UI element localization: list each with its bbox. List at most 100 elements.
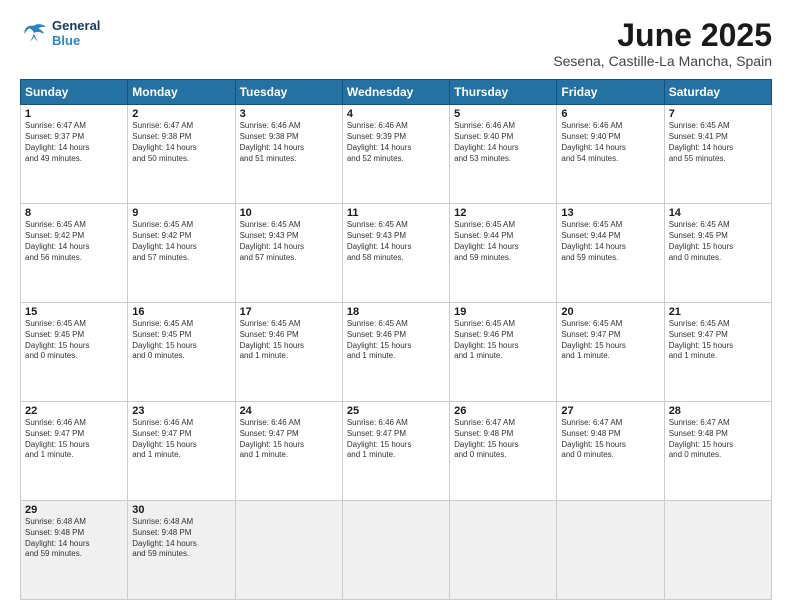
calendar-cell: 13Sunrise: 6:45 AM Sunset: 9:44 PM Dayli… xyxy=(557,204,664,303)
calendar-week-4: 22 Sunrise: 6:46 AM Sunset: 9:47 PM Dayli… xyxy=(21,402,772,501)
title-block: June 2025 Sesena, Castille-La Mancha, Sp… xyxy=(553,18,772,69)
logo-icon xyxy=(20,22,48,44)
day-number: 30 xyxy=(132,504,230,516)
calendar-cell: 14Sunrise: 6:45 AM Sunset: 9:45 PM Dayli… xyxy=(664,204,771,303)
day-info: Sunrise: 6:45 AM Sunset: 9:45 PM Dayligh… xyxy=(132,319,230,362)
day-info: Sunrise: 6:46 AM Sunset: 9:38 PM Dayligh… xyxy=(240,121,338,164)
calendar-cell: 25Sunrise: 6:46 AM Sunset: 9:47 PM Dayli… xyxy=(342,402,449,501)
day-number: 28 xyxy=(669,405,767,417)
day-number: 8 xyxy=(25,207,123,219)
day-number: 24 xyxy=(240,405,338,417)
day-number: 21 xyxy=(669,306,767,318)
day-info: Sunrise: 6:45 AM Sunset: 9:47 PM Dayligh… xyxy=(561,319,659,362)
day-number: 1 xyxy=(25,108,123,120)
calendar-cell: 8Sunrise: 6:45 AM Sunset: 9:42 PM Daylig… xyxy=(21,204,128,303)
calendar-week-1: 1Sunrise: 6:47 AM Sunset: 9:37 PM Daylig… xyxy=(21,105,772,204)
calendar-cell: 19Sunrise: 6:45 AM Sunset: 9:46 PM Dayli… xyxy=(450,303,557,402)
calendar-cell: 10Sunrise: 6:45 AM Sunset: 9:43 PM Dayli… xyxy=(235,204,342,303)
day-info: Sunrise: 6:46 AM Sunset: 9:39 PM Dayligh… xyxy=(347,121,445,164)
calendar-cell: 27Sunrise: 6:47 AM Sunset: 9:48 PM Dayli… xyxy=(557,402,664,501)
calendar-cell: 2Sunrise: 6:47 AM Sunset: 9:38 PM Daylig… xyxy=(128,105,235,204)
page: General Blue June 2025 Sesena, Castille-… xyxy=(0,0,792,612)
calendar-cell: 24Sunrise: 6:46 AM Sunset: 9:47 PM Dayli… xyxy=(235,402,342,501)
day-number: 20 xyxy=(561,306,659,318)
calendar-cell: 15Sunrise: 6:45 AM Sunset: 9:45 PM Dayli… xyxy=(21,303,128,402)
day-number: 23 xyxy=(132,405,230,417)
calendar-cell xyxy=(235,501,342,600)
day-number: 29 xyxy=(25,504,123,516)
calendar-cell: 17Sunrise: 6:45 AM Sunset: 9:46 PM Dayli… xyxy=(235,303,342,402)
calendar-cell: 18Sunrise: 6:45 AM Sunset: 9:46 PM Dayli… xyxy=(342,303,449,402)
calendar-cell: 28Sunrise: 6:47 AM Sunset: 9:48 PM Dayli… xyxy=(664,402,771,501)
day-number: 25 xyxy=(347,405,445,417)
day-info: Sunrise: 6:45 AM Sunset: 9:42 PM Dayligh… xyxy=(25,220,123,263)
day-info: Sunrise: 6:45 AM Sunset: 9:41 PM Dayligh… xyxy=(669,121,767,164)
day-info: Sunrise: 6:45 AM Sunset: 9:45 PM Dayligh… xyxy=(669,220,767,263)
calendar-table: SundayMondayTuesdayWednesdayThursdayFrid… xyxy=(20,79,772,600)
calendar-cell: 29Sunrise: 6:48 AM Sunset: 9:48 PM Dayli… xyxy=(21,501,128,600)
day-number: 10 xyxy=(240,207,338,219)
day-info: Sunrise: 6:45 AM Sunset: 9:43 PM Dayligh… xyxy=(240,220,338,263)
day-number: 27 xyxy=(561,405,659,417)
calendar-header-wednesday: Wednesday xyxy=(342,80,449,105)
calendar-cell: 21Sunrise: 6:45 AM Sunset: 9:47 PM Dayli… xyxy=(664,303,771,402)
calendar-header-friday: Friday xyxy=(557,80,664,105)
calendar-cell xyxy=(664,501,771,600)
day-number: 4 xyxy=(347,108,445,120)
day-number: 26 xyxy=(454,405,552,417)
day-info: Sunrise: 6:46 AM Sunset: 9:47 PM Dayligh… xyxy=(240,418,338,461)
subtitle: Sesena, Castille-La Mancha, Spain xyxy=(553,53,772,69)
day-info: Sunrise: 6:46 AM Sunset: 9:40 PM Dayligh… xyxy=(561,121,659,164)
day-number: 19 xyxy=(454,306,552,318)
day-info: Sunrise: 6:47 AM Sunset: 9:37 PM Dayligh… xyxy=(25,121,123,164)
day-info: Sunrise: 6:45 AM Sunset: 9:44 PM Dayligh… xyxy=(561,220,659,263)
day-info: Sunrise: 6:45 AM Sunset: 9:47 PM Dayligh… xyxy=(669,319,767,362)
calendar-cell xyxy=(557,501,664,600)
calendar-header-tuesday: Tuesday xyxy=(235,80,342,105)
calendar-header-saturday: Saturday xyxy=(664,80,771,105)
day-number: 17 xyxy=(240,306,338,318)
day-number: 15 xyxy=(25,306,123,318)
calendar-cell: 5Sunrise: 6:46 AM Sunset: 9:40 PM Daylig… xyxy=(450,105,557,204)
day-info: Sunrise: 6:46 AM Sunset: 9:47 PM Dayligh… xyxy=(132,418,230,461)
calendar-cell: 26Sunrise: 6:47 AM Sunset: 9:48 PM Dayli… xyxy=(450,402,557,501)
header: General Blue June 2025 Sesena, Castille-… xyxy=(20,18,772,69)
calendar-cell: 23Sunrise: 6:46 AM Sunset: 9:47 PM Dayli… xyxy=(128,402,235,501)
calendar-cell: 16Sunrise: 6:45 AM Sunset: 9:45 PM Dayli… xyxy=(128,303,235,402)
day-number: 16 xyxy=(132,306,230,318)
day-number: 13 xyxy=(561,207,659,219)
calendar-week-5: 29 Sunrise: 6:48 AM Sunset: 9:48 PM Dayli… xyxy=(21,501,772,600)
day-number: 2 xyxy=(132,108,230,120)
logo: General Blue xyxy=(20,18,100,48)
day-info: Sunrise: 6:45 AM Sunset: 9:43 PM Dayligh… xyxy=(347,220,445,263)
calendar-cell: 6Sunrise: 6:46 AM Sunset: 9:40 PM Daylig… xyxy=(557,105,664,204)
day-number: 6 xyxy=(561,108,659,120)
calendar-cell: 7Sunrise: 6:45 AM Sunset: 9:41 PM Daylig… xyxy=(664,105,771,204)
day-number: 11 xyxy=(347,207,445,219)
logo-text: General Blue xyxy=(52,18,100,48)
calendar-cell: 3Sunrise: 6:46 AM Sunset: 9:38 PM Daylig… xyxy=(235,105,342,204)
calendar-header-row: SundayMondayTuesdayWednesdayThursdayFrid… xyxy=(21,80,772,105)
day-info: Sunrise: 6:45 AM Sunset: 9:42 PM Dayligh… xyxy=(132,220,230,263)
day-number: 9 xyxy=(132,207,230,219)
day-number: 14 xyxy=(669,207,767,219)
day-number: 12 xyxy=(454,207,552,219)
day-number: 7 xyxy=(669,108,767,120)
calendar-cell: 1Sunrise: 6:47 AM Sunset: 9:37 PM Daylig… xyxy=(21,105,128,204)
calendar-cell: 11Sunrise: 6:45 AM Sunset: 9:43 PM Dayli… xyxy=(342,204,449,303)
day-info: Sunrise: 6:47 AM Sunset: 9:48 PM Dayligh… xyxy=(669,418,767,461)
calendar-header-monday: Monday xyxy=(128,80,235,105)
day-info: Sunrise: 6:45 AM Sunset: 9:46 PM Dayligh… xyxy=(347,319,445,362)
calendar-cell: 22Sunrise: 6:46 AM Sunset: 9:47 PM Dayli… xyxy=(21,402,128,501)
day-info: Sunrise: 6:47 AM Sunset: 9:38 PM Dayligh… xyxy=(132,121,230,164)
day-number: 22 xyxy=(25,405,123,417)
day-info: Sunrise: 6:46 AM Sunset: 9:40 PM Dayligh… xyxy=(454,121,552,164)
day-info: Sunrise: 6:48 AM Sunset: 9:48 PM Dayligh… xyxy=(132,517,230,560)
day-info: Sunrise: 6:46 AM Sunset: 9:47 PM Dayligh… xyxy=(347,418,445,461)
calendar-cell xyxy=(450,501,557,600)
calendar-cell: 9Sunrise: 6:45 AM Sunset: 9:42 PM Daylig… xyxy=(128,204,235,303)
calendar-header-sunday: Sunday xyxy=(21,80,128,105)
main-title: June 2025 xyxy=(553,18,772,53)
day-number: 5 xyxy=(454,108,552,120)
calendar-week-3: 15 Sunrise: 6:45 AM Sunset: 9:45 PM Dayli… xyxy=(21,303,772,402)
